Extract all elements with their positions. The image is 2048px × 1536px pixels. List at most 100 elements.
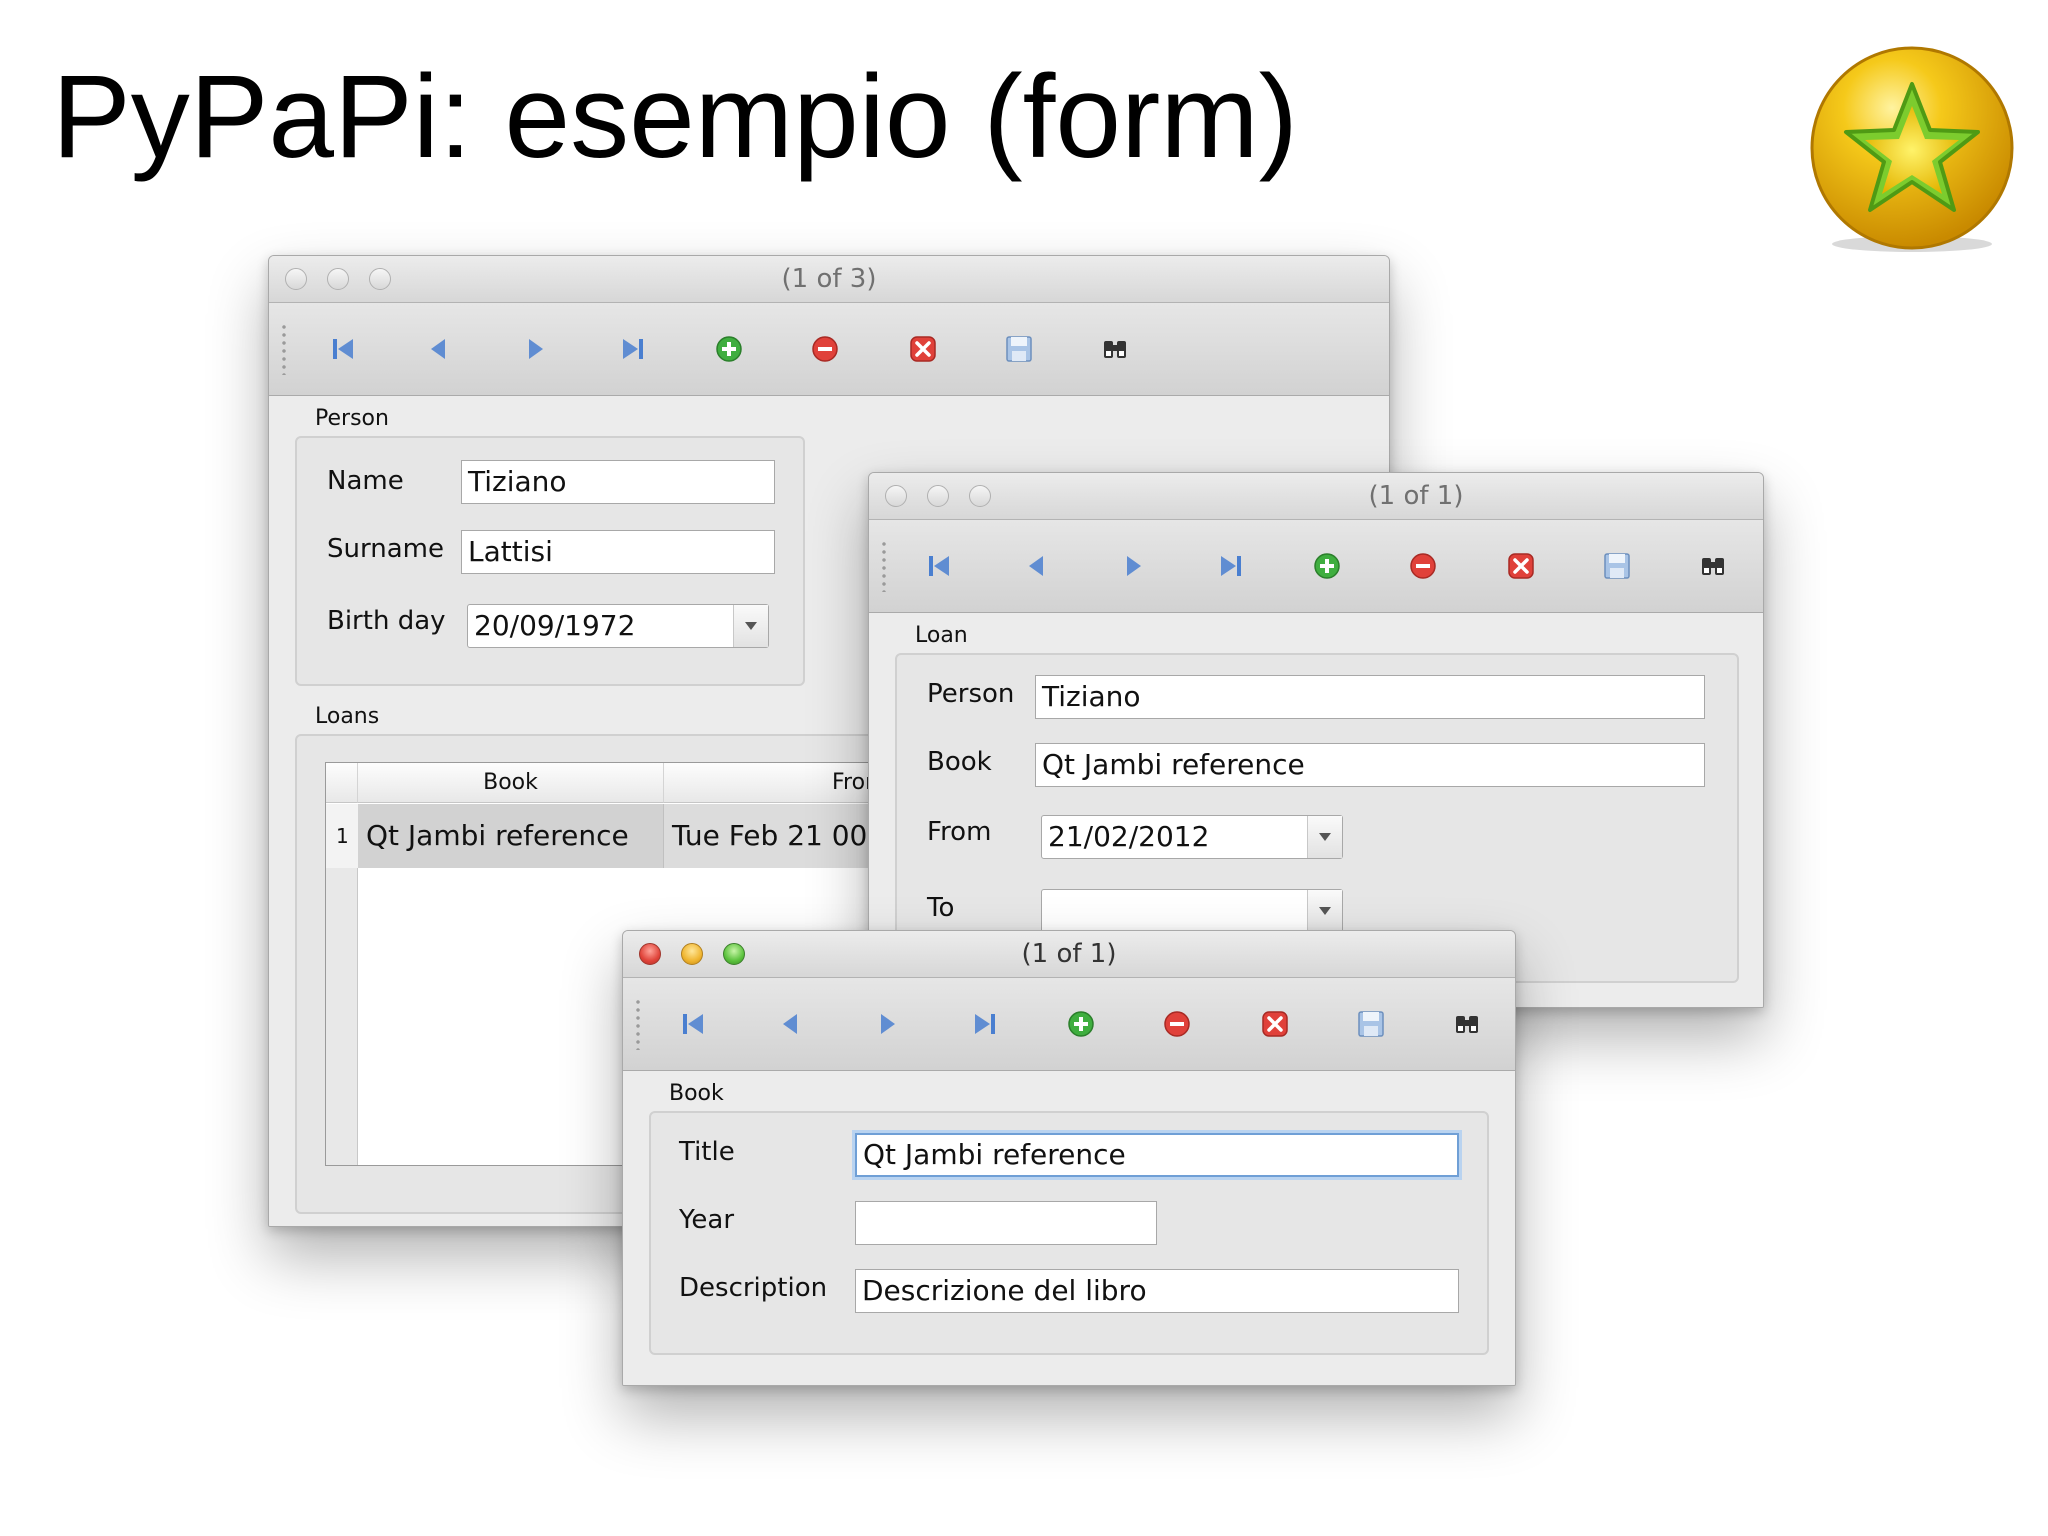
remove-record-button[interactable] xyxy=(807,331,843,367)
cancel-icon xyxy=(910,336,936,362)
add-record-icon xyxy=(1314,553,1340,579)
next-record-button[interactable] xyxy=(1115,548,1151,584)
birthday-value: 20/09/1972 xyxy=(474,609,636,642)
name-label: Name xyxy=(327,466,404,496)
add-record-button[interactable] xyxy=(1309,548,1345,584)
toolbar-grip[interactable] xyxy=(281,323,287,375)
to-date-picker[interactable] xyxy=(1041,889,1343,933)
save-button[interactable] xyxy=(1353,1006,1389,1042)
previous-record-icon xyxy=(783,1014,797,1034)
next-record-icon xyxy=(881,1014,895,1034)
last-record-button[interactable] xyxy=(967,1006,1003,1042)
title-label: Title xyxy=(679,1137,735,1167)
remove-record-button[interactable] xyxy=(1405,548,1441,584)
toolbar-grip[interactable] xyxy=(881,540,887,592)
person-window-titlebar[interactable]: (1 of 3) xyxy=(269,256,1389,303)
cell-book[interactable]: Qt Jambi reference xyxy=(358,804,664,868)
first-record-icon xyxy=(929,556,949,576)
book-window: (1 of 1) Book Title Qt Jambi reference Y… xyxy=(622,930,1516,1386)
cancel-icon xyxy=(1262,1011,1288,1037)
next-record-button[interactable] xyxy=(869,1006,905,1042)
book-window-titlebar[interactable]: (1 of 1) xyxy=(623,931,1515,978)
save-icon xyxy=(1006,336,1032,362)
zoom-button[interactable] xyxy=(969,485,991,507)
slide-title: PyPaPi: esempio (form) xyxy=(52,51,1298,183)
year-field[interactable] xyxy=(855,1201,1157,1245)
last-record-button[interactable] xyxy=(1213,548,1249,584)
book-group-label: Book xyxy=(669,1081,724,1106)
birthday-label: Birth day xyxy=(327,606,446,636)
search-button[interactable] xyxy=(1097,331,1133,367)
first-record-button[interactable] xyxy=(921,548,957,584)
last-record-icon xyxy=(975,1014,995,1034)
loan-group-label: Loan xyxy=(915,623,968,648)
search-binoculars-icon xyxy=(1456,1016,1478,1033)
chevron-down-icon[interactable] xyxy=(1307,890,1342,932)
loan-toolbar xyxy=(869,520,1763,613)
minimize-button[interactable] xyxy=(927,485,949,507)
chevron-down-icon[interactable] xyxy=(1307,816,1342,858)
description-label: Description xyxy=(679,1273,828,1303)
row-index: 1 xyxy=(326,804,358,868)
from-label: From xyxy=(927,817,992,847)
person-label: Person xyxy=(927,679,1015,709)
search-button[interactable] xyxy=(1449,1006,1485,1042)
loan-window-titlebar[interactable]: (1 of 1) xyxy=(869,473,1763,520)
close-button[interactable] xyxy=(885,485,907,507)
last-record-button[interactable] xyxy=(615,331,651,367)
surname-label: Surname xyxy=(327,534,444,564)
add-record-icon xyxy=(1068,1011,1094,1037)
save-button[interactable] xyxy=(1599,548,1635,584)
window-title: (1 of 1) xyxy=(1021,939,1117,969)
previous-record-button[interactable] xyxy=(773,1006,809,1042)
from-value: 21/02/2012 xyxy=(1048,820,1210,853)
last-record-icon xyxy=(1221,556,1241,576)
window-title: (1 of 1) xyxy=(1368,481,1464,511)
year-label: Year xyxy=(679,1205,735,1235)
loan-window: (1 of 1) Loan Person Tiziano Book Qt Jam… xyxy=(868,472,1764,1008)
person-field[interactable]: Tiziano xyxy=(1035,675,1705,719)
from-date-picker[interactable]: 21/02/2012 xyxy=(1041,815,1343,859)
title-field[interactable]: Qt Jambi reference xyxy=(855,1133,1459,1177)
first-record-icon xyxy=(333,339,353,359)
toolbar-grip[interactable] xyxy=(635,998,641,1050)
add-record-button[interactable] xyxy=(711,331,747,367)
previous-record-button[interactable] xyxy=(1019,548,1055,584)
birthday-date-picker[interactable]: 20/09/1972 xyxy=(467,604,769,648)
surname-field[interactable]: Lattisi xyxy=(461,530,775,574)
first-record-icon xyxy=(683,1014,703,1034)
previous-record-icon xyxy=(1029,556,1043,576)
search-binoculars-icon xyxy=(1104,341,1126,358)
chevron-down-icon[interactable] xyxy=(733,605,768,647)
book-label: Book xyxy=(927,747,992,777)
search-binoculars-icon xyxy=(1702,558,1724,575)
name-field[interactable]: Tiziano xyxy=(461,460,775,504)
previous-record-button[interactable] xyxy=(421,331,457,367)
table-corner xyxy=(326,763,358,803)
cancel-button[interactable] xyxy=(1503,548,1539,584)
first-record-button[interactable] xyxy=(675,1006,711,1042)
star-badge-icon xyxy=(1810,46,2014,252)
add-record-button[interactable] xyxy=(1063,1006,1099,1042)
to-label: To xyxy=(927,893,955,923)
remove-record-button[interactable] xyxy=(1159,1006,1195,1042)
window-title: (1 of 3) xyxy=(781,264,877,294)
loans-group-label: Loans xyxy=(315,704,380,729)
search-button[interactable] xyxy=(1695,548,1731,584)
next-record-icon xyxy=(1127,556,1141,576)
column-header-book[interactable]: Book xyxy=(358,763,664,803)
remove-record-icon xyxy=(1410,553,1436,579)
save-button[interactable] xyxy=(1001,331,1037,367)
cancel-button[interactable] xyxy=(1257,1006,1293,1042)
remove-record-icon xyxy=(1164,1011,1190,1037)
save-icon xyxy=(1358,1011,1384,1037)
next-record-button[interactable] xyxy=(517,331,553,367)
add-record-icon xyxy=(716,336,742,362)
save-icon xyxy=(1604,553,1630,579)
cancel-button[interactable] xyxy=(905,331,941,367)
cancel-icon xyxy=(1508,553,1534,579)
description-field[interactable]: Descrizione del libro xyxy=(855,1269,1459,1313)
first-record-button[interactable] xyxy=(325,331,361,367)
book-field[interactable]: Qt Jambi reference xyxy=(1035,743,1705,787)
previous-record-icon xyxy=(431,339,445,359)
